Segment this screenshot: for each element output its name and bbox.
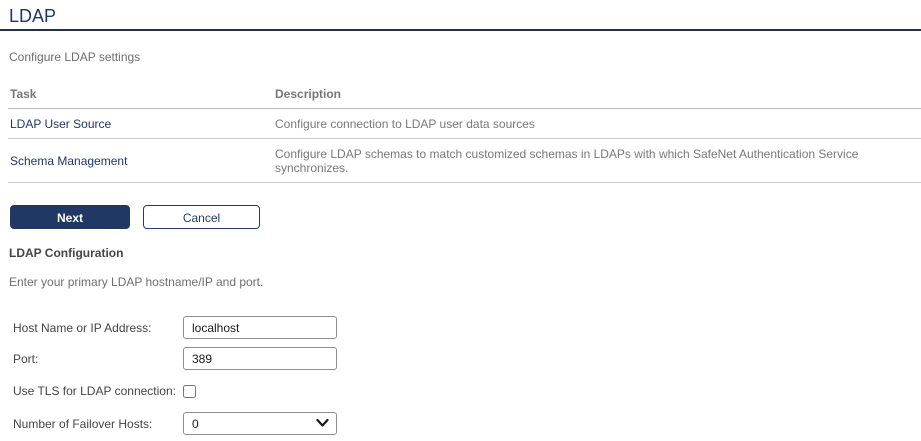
ldap-settings-page: LDAP Configure LDAP settings Task Descri… — [0, 0, 921, 441]
task-link-schema-management[interactable]: Schema Management — [10, 154, 127, 168]
form-row-failover: Number of Failover Hosts: 0 — [0, 412, 921, 435]
hostname-input[interactable] — [183, 316, 337, 339]
task-description: Configure connection to LDAP user data s… — [275, 117, 535, 131]
section-instruction: Enter your primary LDAP hostname/IP and … — [9, 275, 921, 289]
button-row: Next Cancel — [10, 205, 921, 229]
table-row: Schema Management Configure LDAP schemas… — [8, 139, 921, 183]
failover-select[interactable]: 0 — [183, 412, 337, 435]
column-header-description: Description — [273, 87, 921, 109]
form-row-port: Port: — [0, 347, 921, 370]
form-row-tls: Use TLS for LDAP connection: — [0, 382, 921, 400]
task-description: Configure LDAP schemas to match customiz… — [275, 147, 858, 175]
failover-select-wrap: 0 — [183, 412, 337, 435]
field-label-port: Port: — [13, 352, 183, 366]
ldap-config-form: Host Name or IP Address: Port: Use TLS f… — [0, 316, 921, 441]
task-table: Task Description LDAP User Source Config… — [8, 87, 921, 183]
section-heading: LDAP Configuration — [9, 246, 921, 260]
next-button[interactable]: Next — [10, 205, 130, 229]
page-title: LDAP — [0, 0, 921, 27]
field-label-failover: Number of Failover Hosts: — [13, 417, 183, 431]
table-row: LDAP User Source Configure connection to… — [8, 109, 921, 139]
field-label-hostname: Host Name or IP Address: — [13, 321, 183, 335]
tls-checkbox[interactable] — [183, 385, 196, 398]
page-subtitle: Configure LDAP settings — [9, 50, 921, 64]
port-input[interactable] — [183, 347, 337, 370]
column-header-task: Task — [8, 87, 273, 109]
task-link-ldap-user-source[interactable]: LDAP User Source — [10, 117, 111, 131]
field-label-tls: Use TLS for LDAP connection: — [13, 384, 183, 398]
table-header-row: Task Description — [8, 87, 921, 109]
form-row-hostname: Host Name or IP Address: — [0, 316, 921, 339]
title-divider — [0, 29, 921, 31]
cancel-button[interactable]: Cancel — [143, 205, 260, 229]
